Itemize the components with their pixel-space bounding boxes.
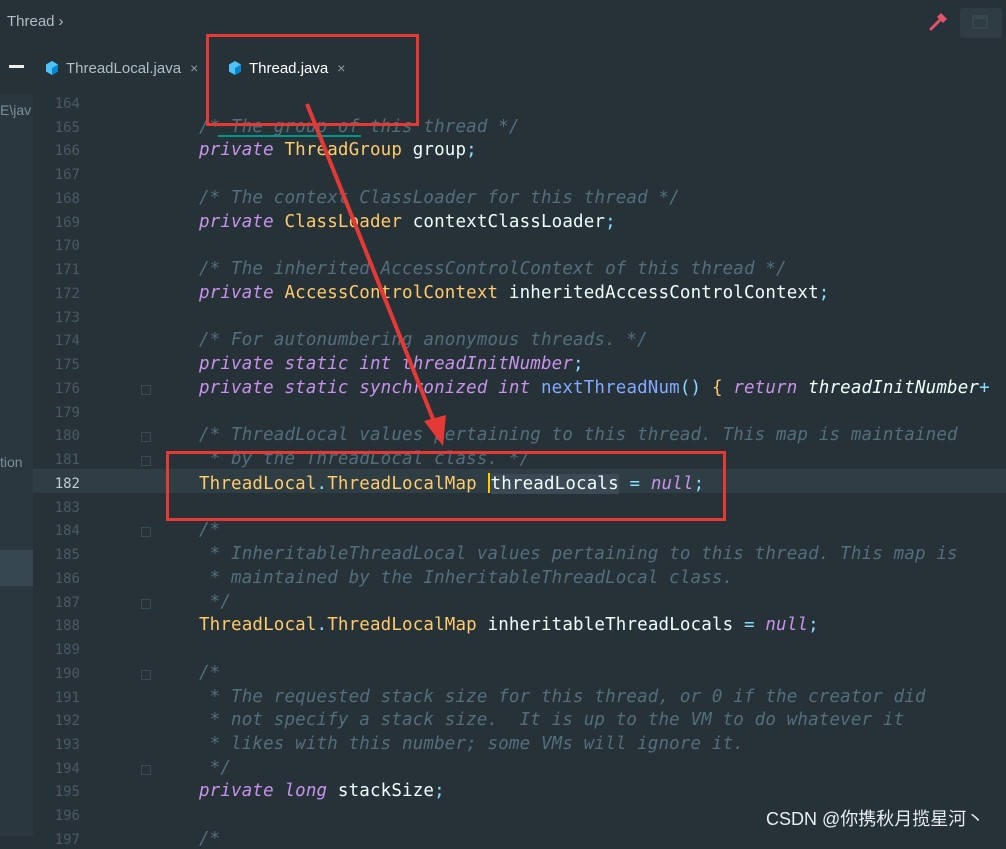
line-number: 172 (54, 285, 80, 302)
chevron-right-icon: › (58, 13, 64, 30)
collapse-icon[interactable] (9, 65, 24, 68)
code-line: private static int threadInitNumber; (199, 354, 584, 375)
build-hammer-icon[interactable] (928, 12, 948, 32)
code-line: /* (199, 662, 221, 683)
line-number: 187 (54, 594, 80, 611)
line-number: 170 (54, 238, 80, 255)
code-line: private ClassLoader contextClassLoader; (199, 211, 616, 232)
code-line: /* (199, 520, 221, 541)
fold-marker-icon[interactable] (141, 384, 151, 395)
line-number: 196 (54, 808, 80, 825)
tab-threadlocal-java[interactable]: ThreadLocal.java × (45, 44, 198, 92)
fold-marker-icon[interactable] (141, 669, 151, 680)
line-number: 164 (54, 96, 80, 112)
line-number: 171 (54, 262, 80, 279)
line-number: 195 (54, 784, 80, 801)
fold-marker-icon[interactable] (141, 527, 151, 538)
fold-marker-icon[interactable] (141, 764, 151, 775)
fold-marker-icon[interactable] (141, 456, 151, 467)
project-item-fragment: tion (0, 454, 23, 470)
code-line: /* ThreadLocal values pertaining to this… (199, 425, 958, 446)
breadcrumb-label: Thread (7, 13, 55, 30)
line-number: 188 (54, 618, 80, 635)
code-line: private static synchronized int nextThre… (199, 377, 990, 398)
line-number: 186 (54, 570, 80, 587)
line-number: 190 (54, 665, 80, 682)
watermark: CSDN @你携秋月揽星河丶 (766, 809, 985, 829)
line-number: 168 (54, 190, 80, 207)
toggle-layout-button[interactable] (960, 8, 1002, 38)
line-number: 191 (54, 689, 80, 706)
code-line: */ (199, 591, 232, 612)
project-panel[interactable]: E\jav tion (0, 94, 33, 836)
breadcrumb[interactable]: Thread › (7, 13, 64, 30)
line-number: 167 (54, 167, 80, 184)
code-line: * maintained by the InheritableThreadLoc… (199, 567, 734, 588)
code-line: * InheritableThreadLocal values pertaini… (199, 544, 958, 565)
code-line: /* For autonumbering anonymous threads. … (199, 330, 648, 351)
line-number: 183 (54, 499, 80, 516)
line-number: 176 (54, 380, 80, 397)
line-number: 197 (54, 831, 80, 848)
code-line: /* (199, 828, 221, 849)
navigation-bar: Thread › (0, 0, 1006, 45)
annotation-box-tab (206, 34, 419, 126)
line-number: 192 (54, 713, 80, 730)
code-line: ThreadLocal.ThreadLocalMap inheritableTh… (199, 615, 819, 636)
line-number: 193 (54, 736, 80, 753)
close-icon[interactable]: × (190, 60, 198, 76)
window-icon (972, 15, 988, 29)
fold-marker-icon[interactable] (141, 598, 151, 609)
fold-marker-icon[interactable] (141, 432, 151, 443)
line-number: 182 (54, 475, 80, 492)
line-number: 169 (54, 214, 80, 231)
line-number: 179 (54, 404, 80, 421)
line-number: 181 (54, 452, 80, 469)
project-path-fragment: E\jav (0, 102, 32, 118)
line-number: 194 (54, 760, 80, 777)
editor-tab-bar: ThreadLocal.java × Thread.java × (0, 44, 1006, 137)
line-number: 173 (54, 309, 80, 326)
java-class-icon (46, 61, 58, 75)
code-line: * not specify a stack size. It is up to … (199, 710, 905, 731)
annotation-box-code (166, 451, 726, 521)
line-number: 174 (54, 333, 80, 350)
code-line: /* The inherited AccessControlContext of… (199, 259, 787, 280)
line-number: 180 (54, 428, 80, 445)
line-number: 166 (54, 143, 80, 160)
line-number: 189 (54, 642, 80, 659)
line-number: 165 (54, 119, 80, 136)
selected-item[interactable] (0, 550, 33, 586)
line-number: 175 (54, 357, 80, 374)
code-line: private ThreadGroup group; (199, 140, 477, 161)
code-line: private AccessControlContext inheritedAc… (199, 282, 830, 303)
code-line: * likes with this number; some VMs will … (199, 733, 744, 754)
line-number: 184 (54, 523, 80, 540)
code-line: /* The context ClassLoader for this thre… (199, 187, 680, 208)
tab-label: ThreadLocal.java (66, 59, 182, 77)
line-number: 185 (54, 547, 80, 564)
code-line: */ (199, 757, 232, 778)
code-line: * The requested stack size for this thre… (199, 686, 926, 707)
code-line: private long stackSize; (199, 781, 445, 802)
